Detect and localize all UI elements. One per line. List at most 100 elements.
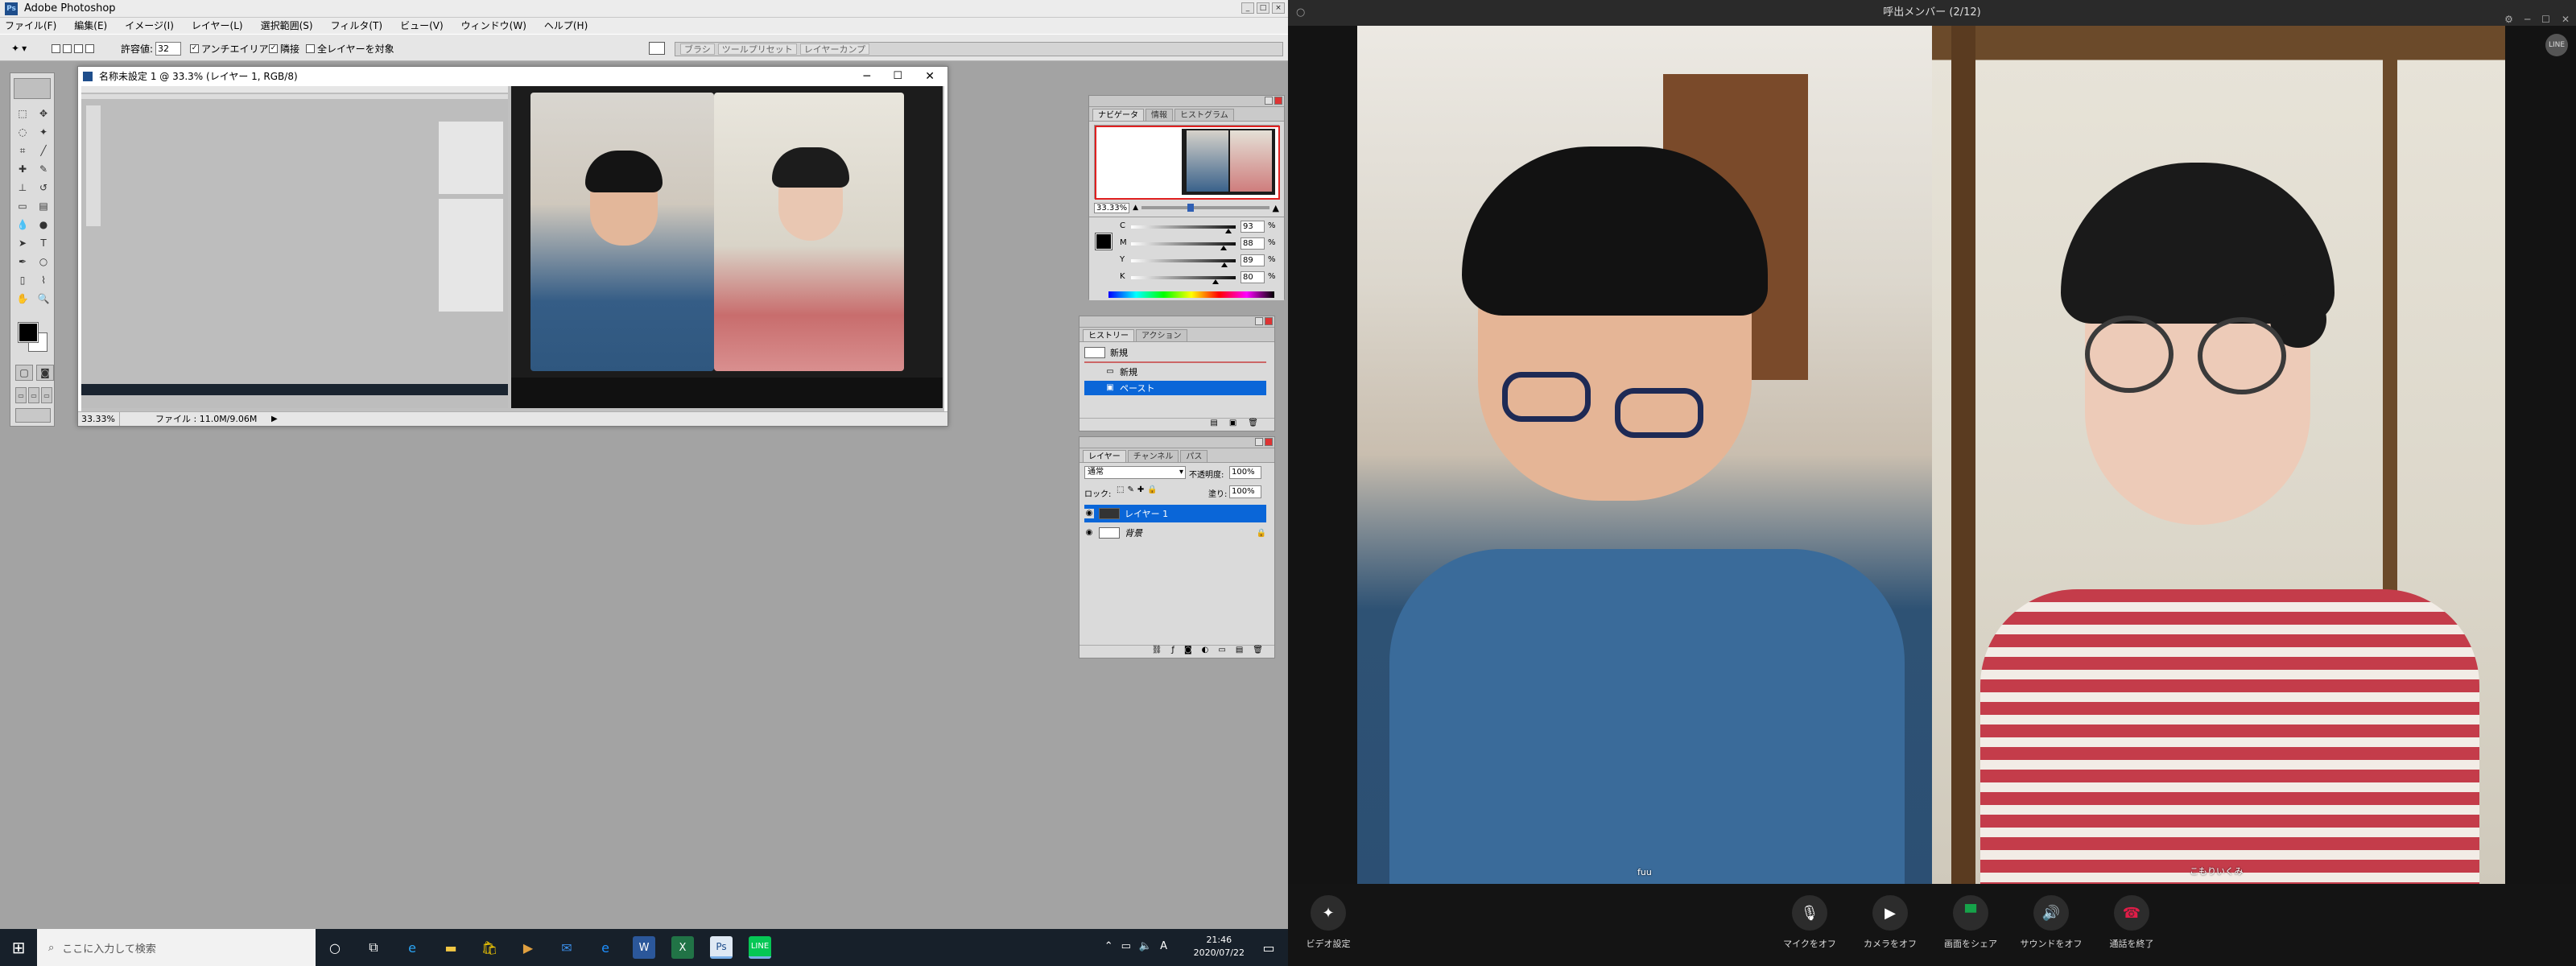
pin-icon[interactable]: ○ <box>1296 0 1305 26</box>
well-tab-layer-comps[interactable]: レイヤーカンプ <box>799 43 870 55</box>
intersect-selection-icon[interactable] <box>85 43 94 53</box>
notes-tool-icon[interactable]: ▯ <box>14 272 31 288</box>
lock-all-icon[interactable]: 🔒 <box>1147 485 1157 494</box>
camera-off-button[interactable]: ▶ カメラをオフ <box>1850 895 1930 950</box>
eye-icon[interactable]: ◉ <box>1084 509 1094 518</box>
video-tile-participant-2[interactable]: こもりいくみ <box>1932 26 2505 884</box>
call-close-button[interactable]: ✕ <box>2562 6 2570 32</box>
lock-transparency-icon[interactable]: ⬚ <box>1117 485 1124 494</box>
tab-channels[interactable]: チャンネル <box>1127 450 1179 462</box>
doc-maximize-button[interactable]: ☐ <box>893 67 902 86</box>
photoshop-taskbar-icon[interactable]: Ps <box>710 936 733 959</box>
task-view-icon[interactable]: ⧉ <box>362 936 385 959</box>
contiguous-option[interactable]: ✓ 隣接 <box>269 41 299 56</box>
settings-icon[interactable]: ⚙ <box>2504 6 2513 32</box>
channel-slider[interactable] <box>1131 242 1236 250</box>
tab-navigator[interactable]: ナビゲータ <box>1092 109 1144 121</box>
windows-start-icon[interactable]: ⊞ <box>0 929 37 966</box>
menu-layer[interactable]: レイヤー(L) <box>192 18 243 34</box>
history-minimize-icon[interactable] <box>1255 317 1263 325</box>
document-canvas[interactable] <box>81 86 944 413</box>
tab-info[interactable]: 情報 <box>1146 109 1173 121</box>
tab-actions[interactable]: アクション <box>1136 329 1187 341</box>
new-layer-icon[interactable]: ▤ <box>1236 646 1243 658</box>
menu-edit[interactable]: 編集(E) <box>74 18 107 34</box>
mail-icon[interactable]: ✉ <box>555 936 578 959</box>
lock-position-icon[interactable]: ✚ <box>1137 485 1144 494</box>
layer-row-background[interactable]: ◉ 背景 🔒 <box>1084 524 1266 542</box>
brush-tool-icon[interactable]: ✎ <box>35 161 52 177</box>
channel-slider-knob[interactable] <box>1212 279 1219 284</box>
tab-history[interactable]: ヒストリー <box>1083 329 1134 341</box>
sound-off-button[interactable]: 🔊 サウンドをオフ <box>2011 895 2091 950</box>
taskbar-clock[interactable]: 21:46 2020/07/22 <box>1194 934 1245 960</box>
move-tool-icon[interactable]: ✥ <box>35 105 52 122</box>
trash-icon[interactable]: 🗑 <box>1253 646 1263 658</box>
close-button[interactable]: × <box>1272 2 1285 14</box>
new-snapshot-icon[interactable]: ▣ <box>1229 419 1236 431</box>
new-group-icon[interactable]: ▭ <box>1218 646 1225 658</box>
screen-mode-3-icon[interactable]: ▭ <box>41 387 52 403</box>
new-document-from-state-icon[interactable]: ▤ <box>1210 419 1217 431</box>
eyedropper-tool-icon[interactable]: ⌇ <box>35 272 52 288</box>
video-settings-button[interactable]: ✦ ビデオ設定 <box>1288 895 1368 950</box>
end-call-button[interactable]: ☎ 通話を終了 <box>2091 895 2172 950</box>
marquee-tool-icon[interactable]: ⬚ <box>14 105 31 122</box>
navigator-view-box[interactable] <box>1095 126 1280 200</box>
channel-value-input[interactable]: 80 <box>1241 271 1265 283</box>
eraser-tool-icon[interactable]: ▭ <box>14 198 31 214</box>
gradient-tool-icon[interactable]: ▤ <box>35 198 52 214</box>
quickmask-mode-icon[interactable]: ◙ <box>36 365 54 381</box>
doc-minimize-button[interactable]: ─ <box>864 67 870 86</box>
layer-row-layer-1[interactable]: ◉ レイヤー 1 <box>1084 505 1266 522</box>
excel-icon[interactable]: X <box>671 936 694 959</box>
subtract-selection-icon[interactable] <box>74 43 83 53</box>
zoom-slider-knob[interactable] <box>1187 204 1195 212</box>
new-selection-icon[interactable] <box>52 43 60 53</box>
zoom-out-icon[interactable]: ▲ <box>1133 204 1138 212</box>
link-icon[interactable]: ⛓ <box>1152 646 1162 658</box>
tab-paths[interactable]: パス <box>1180 450 1208 462</box>
navigator-zoom-value[interactable]: 33.33% <box>1094 202 1130 213</box>
adjustment-layer-icon[interactable]: ◐ <box>1202 646 1209 658</box>
screen-share-button[interactable]: ▀ 画面をシェア <box>1930 895 2011 950</box>
history-brush-icon[interactable]: ↺ <box>35 180 52 196</box>
layers-close-icon[interactable] <box>1265 438 1273 446</box>
history-item-paste[interactable]: ▣ ペースト <box>1084 381 1266 395</box>
zoom-in-icon[interactable]: ▲ <box>1273 203 1279 213</box>
dodge-tool-icon[interactable]: ● <box>35 217 52 233</box>
layers-minimize-icon[interactable] <box>1255 438 1263 446</box>
channel-value-input[interactable]: 93 <box>1241 221 1265 233</box>
channel-value-input[interactable]: 88 <box>1241 237 1265 250</box>
menu-window[interactable]: ウィンドウ(W) <box>461 18 526 34</box>
lock-pixels-icon[interactable]: ✎ <box>1127 485 1133 494</box>
store-icon[interactable]: 🛍 <box>478 936 501 959</box>
screen-mode-1-icon[interactable]: ▭ <box>15 387 27 403</box>
blend-mode-select[interactable]: 通常 ▾ <box>1084 466 1186 479</box>
mic-off-button[interactable]: 🎙 マイクをオフ <box>1769 895 1850 950</box>
lasso-tool-icon[interactable]: ◌ <box>14 124 31 140</box>
internet-explorer-icon[interactable]: e <box>594 936 617 959</box>
line-badge-icon[interactable]: LINE <box>2545 34 2568 56</box>
status-arrow-icon[interactable]: ▶ <box>271 412 278 426</box>
hand-tool-icon[interactable]: ✋ <box>14 291 31 307</box>
word-icon[interactable]: W <box>633 936 655 959</box>
pen-tool-icon[interactable]: ✒ <box>14 254 31 270</box>
video-tile-participant-1[interactable]: fuu <box>1357 26 1932 884</box>
all-layers-checkbox[interactable] <box>306 43 315 53</box>
call-minimize-button[interactable]: ─ <box>2524 6 2530 32</box>
line-icon[interactable]: LINE <box>749 936 771 959</box>
opacity-input[interactable]: 100% <box>1229 466 1261 479</box>
tool-preset-picker[interactable]: ✦ ▾ <box>11 41 27 56</box>
file-explorer-icon[interactable]: ▬ <box>440 936 462 959</box>
menu-select[interactable]: 選択範囲(S) <box>261 18 313 34</box>
channel-slider-knob[interactable] <box>1220 246 1227 250</box>
color-ramp[interactable] <box>1108 291 1274 298</box>
menu-help[interactable]: ヘルプ(H) <box>544 18 588 34</box>
channel-value-input[interactable]: 89 <box>1241 254 1265 266</box>
screen-mode-2-icon[interactable]: ▭ <box>28 387 39 403</box>
chevron-up-icon[interactable]: ⌃ <box>1104 940 1113 952</box>
crop-tool-icon[interactable]: ⌗ <box>14 142 31 159</box>
magic-wand-tool-icon[interactable]: ✦ <box>35 124 52 140</box>
call-maximize-button[interactable]: ☐ <box>2541 6 2550 32</box>
